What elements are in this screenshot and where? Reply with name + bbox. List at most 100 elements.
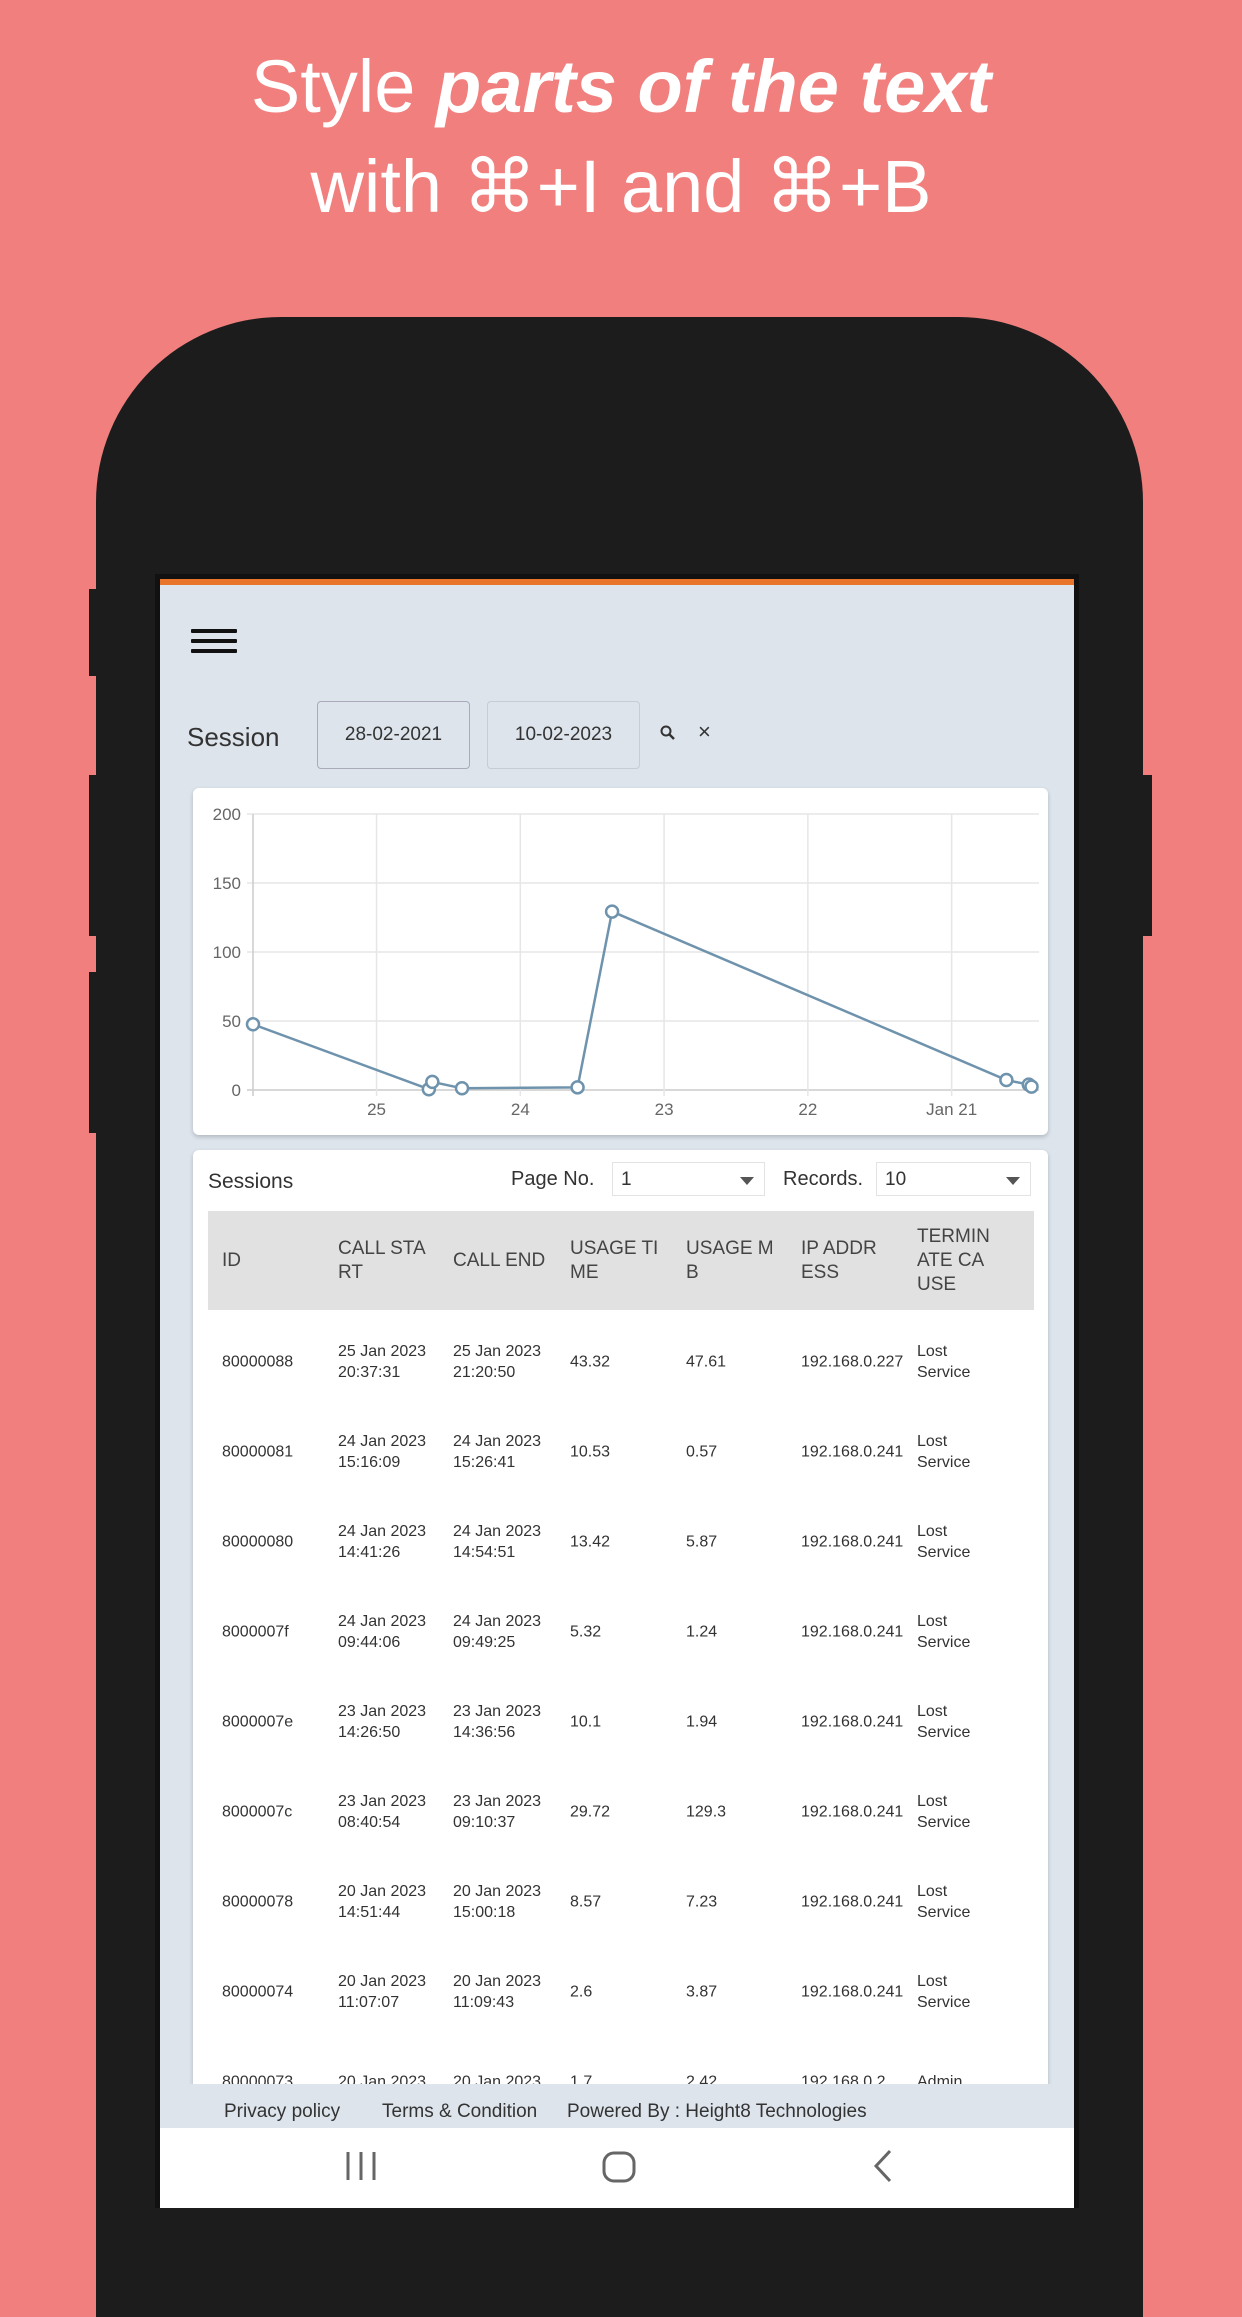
search-icon[interactable] xyxy=(660,725,676,746)
data-point xyxy=(604,904,620,919)
table-cell: 24 Jan 2023 15:26:41 xyxy=(453,1433,542,1471)
table-cell: 5.87 xyxy=(686,1533,718,1551)
table-cell: 1.24 xyxy=(686,1623,718,1641)
table-row[interactable]: 80000074 20 Jan 2023 11:07:07 20 Jan 2023 … xyxy=(208,1947,1034,2037)
table-cell: 24 Jan 2023 14:41:26 xyxy=(338,1523,427,1561)
records-select[interactable]: 10 xyxy=(876,1162,1031,1196)
footer: Privacy policy Terms & Condition Powered… xyxy=(160,2084,1074,2128)
powered-by-text: Powered By : Height8 Technologies xyxy=(567,2101,867,2122)
table-cell: 24 Jan 2023 14:54:51 xyxy=(453,1523,542,1561)
table-cell: 1.94 xyxy=(686,1713,718,1731)
promo-text: Style xyxy=(250,45,436,128)
clear-icon[interactable]: × xyxy=(698,719,711,745)
promo-line-2: with ⌘+I and ⌘+B xyxy=(310,145,932,228)
table-cell: 80000080 xyxy=(222,1533,294,1551)
table-cell: 80000088 xyxy=(222,1353,294,1371)
session-label: Session xyxy=(187,722,280,752)
table-cell: 24 Jan 2023 09:49:25 xyxy=(453,1613,542,1651)
table-cell: 129.3 xyxy=(686,1803,727,1821)
table-cell: 23 Jan 2023 14:26:50 xyxy=(338,1703,427,1741)
promo-bold-text: parts of the text xyxy=(436,45,992,128)
to-date-input[interactable]: 10-02-2023 xyxy=(487,701,640,769)
hamburger-menu-icon[interactable] xyxy=(191,629,237,653)
back-icon[interactable] xyxy=(871,2148,895,2184)
column-header: IP ADDRESS xyxy=(801,1237,877,1283)
table-cell: Lost Service xyxy=(917,1433,971,1471)
table-cell: 192.168.0.227 xyxy=(801,1353,904,1371)
data-point xyxy=(1024,1079,1039,1094)
table-row[interactable]: 80000088 25 Jan 2023 20:37:31 25 Jan 2023 … xyxy=(208,1317,1034,1407)
table-cell: Lost Service xyxy=(917,1973,971,2011)
column-header: USAGE TIME xyxy=(570,1237,659,1283)
table-cell: Lost Service xyxy=(917,1793,971,1831)
column-header: USAGE MB xyxy=(686,1237,774,1283)
records-value: 10 xyxy=(885,1169,907,1190)
volume-button xyxy=(89,589,98,676)
table-cell: 8.57 xyxy=(570,1893,602,1911)
column-header: ID xyxy=(222,1249,241,1271)
table-cell: 192.168.0.241 xyxy=(801,1893,904,1911)
volume-button xyxy=(89,972,98,1133)
table-cell: 20 Jan 2023 14:51:44 xyxy=(338,1883,427,1921)
privacy-policy-link[interactable]: Privacy policy xyxy=(224,2101,340,2123)
table-cell: 43.32 xyxy=(570,1353,611,1371)
table-row[interactable]: 8000007e 23 Jan 2023 14:26:50 23 Jan 2023 … xyxy=(208,1677,1034,1767)
y-tick-label: 0 xyxy=(232,1081,241,1100)
column-header: CALL START xyxy=(338,1237,426,1283)
column-header: CALL END xyxy=(453,1249,546,1271)
records-label: Records. xyxy=(783,1168,864,1190)
chevron-down-icon xyxy=(740,1177,754,1185)
table-cell: 8000007c xyxy=(222,1803,293,1821)
table-cell: 0.57 xyxy=(686,1443,718,1461)
accent-bar xyxy=(160,579,1074,585)
table-cell: 80000074 xyxy=(222,1983,294,2001)
table-cell: 192.168.0.241 xyxy=(801,1713,904,1731)
y-tick-label: 200 xyxy=(213,805,241,824)
sessions-table-card: Sessions Page No. 1 Records. 10 ID CALL S… xyxy=(193,1150,1048,2150)
table-cell: 10.1 xyxy=(570,1713,602,1731)
table-cell: 8000007e xyxy=(222,1713,294,1731)
x-tick-label: 24 xyxy=(511,1100,530,1119)
table-title: Sessions xyxy=(208,1170,294,1193)
table-cell: 25 Jan 2023 21:20:50 xyxy=(453,1343,542,1381)
home-icon[interactable] xyxy=(601,2150,637,2184)
recents-icon[interactable] xyxy=(344,2150,380,2182)
sessions-chart: 0 50 100 150 200 25 24 23 22 Jan 21 xyxy=(193,788,1048,1135)
table-cell: 3.87 xyxy=(686,1983,718,2001)
table-cell: 20 Jan 2023 11:09:43 xyxy=(453,1973,542,2011)
table-cell: 80000078 xyxy=(222,1893,294,1911)
table-row[interactable]: 8000007f 24 Jan 2023 09:44:06 24 Jan 2023 … xyxy=(208,1587,1034,1677)
table-row[interactable]: 80000081 24 Jan 2023 15:16:09 24 Jan 2023 … xyxy=(208,1407,1034,1497)
series-line xyxy=(252,909,1033,1091)
table-cell: 24 Jan 2023 09:44:06 xyxy=(338,1613,427,1651)
table-row[interactable]: 80000078 20 Jan 2023 14:51:44 20 Jan 2023 … xyxy=(208,1857,1034,1947)
x-tick-label: 25 xyxy=(367,1100,386,1119)
y-tick-label: 100 xyxy=(213,943,241,962)
promo-line-1: Style parts of the text xyxy=(0,50,1242,124)
y-tick-label: 150 xyxy=(213,874,241,893)
table-cell: 192.168.0.241 xyxy=(801,1983,904,2001)
table-cell: 23 Jan 2023 14:36:56 xyxy=(453,1703,542,1741)
table-cell: 2.6 xyxy=(570,1983,593,2001)
table-cell: Lost Service xyxy=(917,1523,971,1561)
table-row[interactable]: 8000007c 23 Jan 2023 08:40:54 23 Jan 2023 … xyxy=(208,1767,1034,1857)
table-cell: 192.168.0.241 xyxy=(801,1533,904,1551)
table-cell: 192.168.0.241 xyxy=(801,1443,904,1461)
table-row[interactable]: 80000080 24 Jan 2023 14:41:26 24 Jan 2023 … xyxy=(208,1497,1034,1587)
table-cell: Lost Service xyxy=(917,1703,971,1741)
android-nav-bar xyxy=(160,2128,1074,2208)
chevron-down-icon xyxy=(1006,1177,1020,1185)
table-cell: 10.53 xyxy=(570,1443,611,1461)
table-cell: 8000007f xyxy=(222,1623,289,1641)
table-cell: 192.168.0.241 xyxy=(801,1623,904,1641)
data-point xyxy=(570,1080,585,1095)
page-select[interactable]: 1 xyxy=(612,1162,765,1196)
x-tick-label: Jan 21 xyxy=(926,1100,977,1119)
phone-screen: Session 28-02-2021 10-02-2023 × 0 50 100 15… xyxy=(155,574,1079,2208)
terms-link[interactable]: Terms & Condition xyxy=(382,2101,537,2123)
table-cell: 20 Jan 2023 11:07:07 xyxy=(338,1973,427,2011)
table-cell: 24 Jan 2023 15:16:09 xyxy=(338,1433,427,1471)
data-point xyxy=(999,1072,1014,1088)
from-date-input[interactable]: 28-02-2021 xyxy=(317,701,470,769)
table-cell: 80000081 xyxy=(222,1443,294,1461)
